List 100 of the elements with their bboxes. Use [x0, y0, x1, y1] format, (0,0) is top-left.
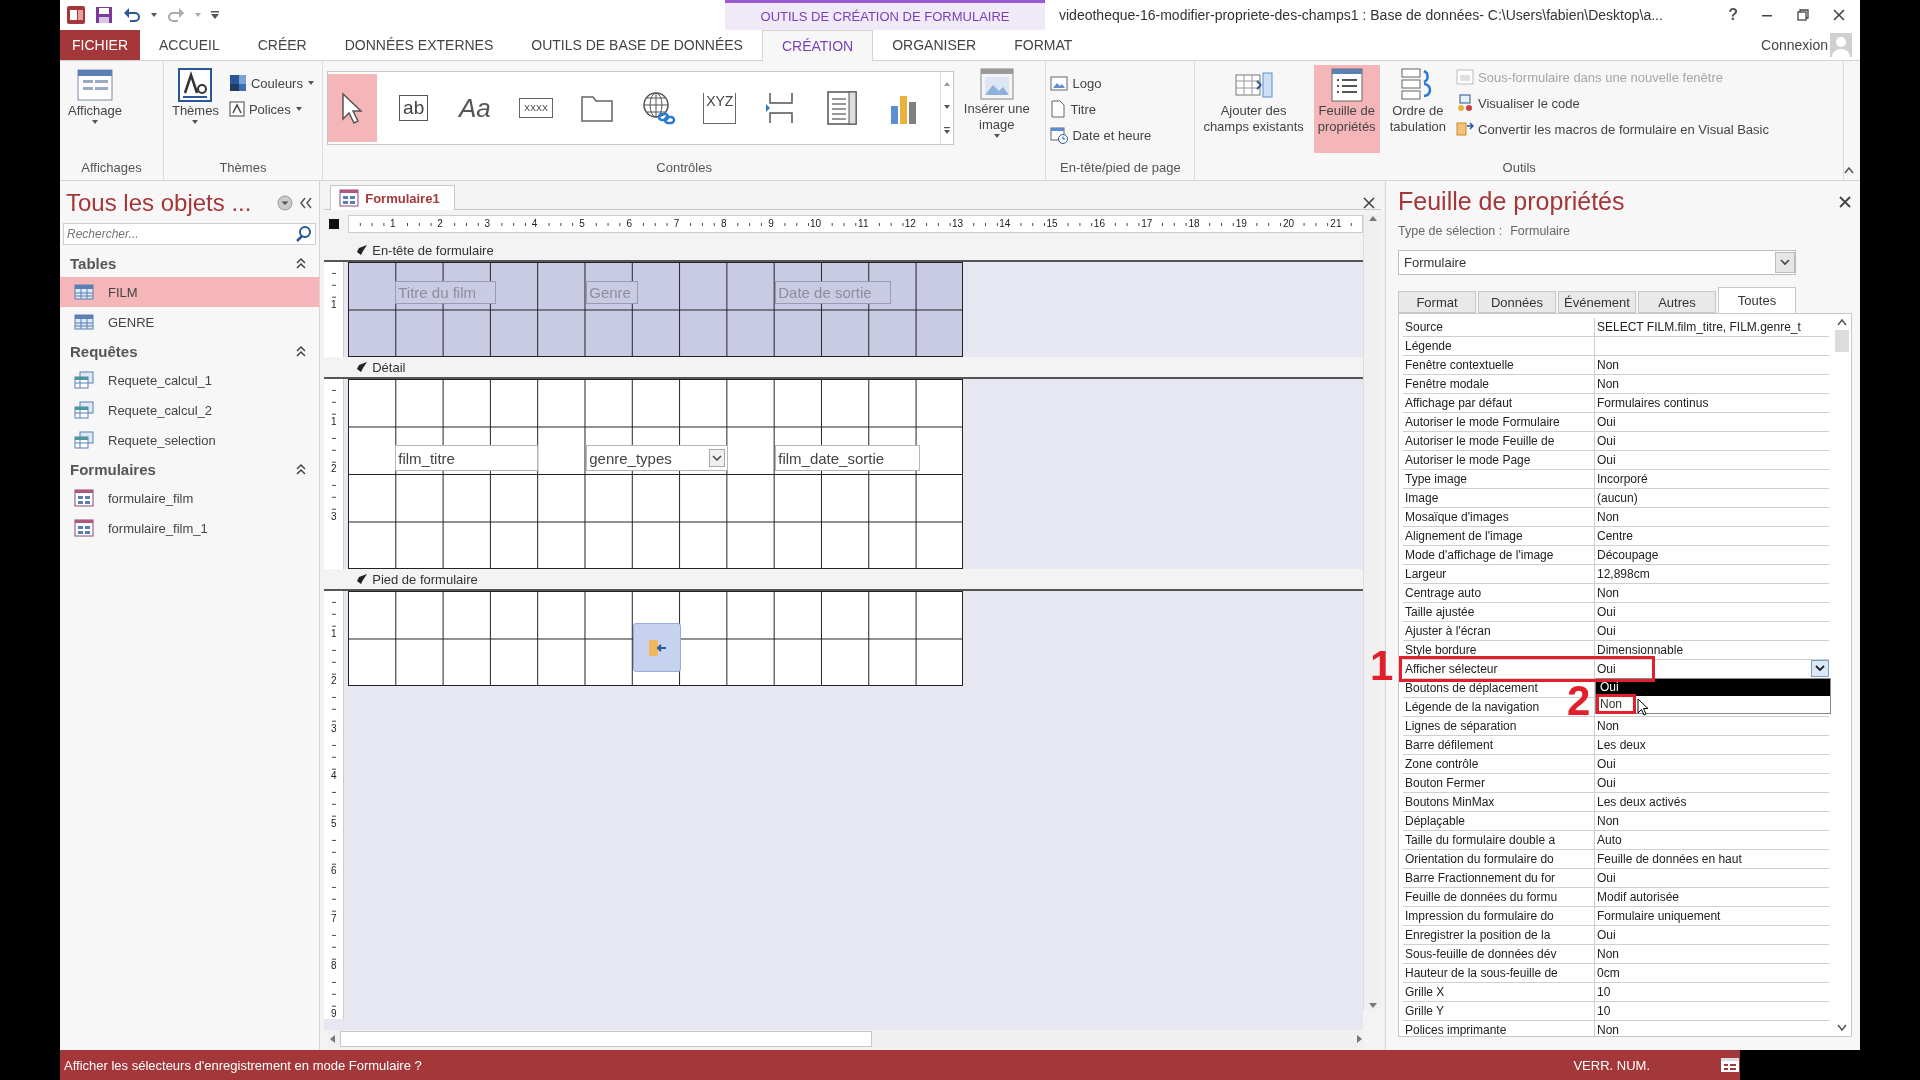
property-value[interactable]: Non — [1595, 1021, 1829, 1036]
property-value[interactable]: Oui — [1595, 413, 1829, 431]
ribbon-button[interactable]: Ordre de tabulation — [1385, 65, 1450, 153]
property-value[interactable]: Incorporé — [1595, 470, 1829, 488]
property-value[interactable]: 10 — [1595, 1002, 1829, 1020]
colors-button[interactable]: Couleurs — [228, 71, 315, 95]
scroll-right-icon[interactable] — [1356, 1034, 1364, 1044]
property-value[interactable]: Oui — [1595, 774, 1829, 792]
save-icon[interactable] — [94, 5, 114, 25]
ribbon-tab[interactable]: DONNÉES EXTERNES — [325, 30, 513, 60]
property-value[interactable]: Formulaires continus — [1595, 394, 1829, 412]
nav-group-header[interactable]: Requêtes — [70, 342, 138, 360]
property-value[interactable]: Feuille de données en haut — [1595, 850, 1829, 868]
search-field[interactable]: Rechercher... — [63, 223, 317, 245]
ribbon-button[interactable]: Feuille de propriétés — [1313, 65, 1380, 153]
property-value[interactable]: Centre — [1595, 527, 1829, 545]
scroll-thumb[interactable] — [340, 1031, 873, 1047]
property-value[interactable]: Formulaire uniquement — [1595, 907, 1829, 925]
property-value[interactable]: Modif autorisée — [1595, 888, 1829, 906]
form-view-icon[interactable] — [1720, 1057, 1740, 1073]
nav-pane-title[interactable]: Tous les objets ... — [66, 189, 272, 217]
object-dropdown[interactable]: Formulaire — [1398, 250, 1796, 275]
customize-icon[interactable] — [210, 10, 220, 20]
property-tab[interactable]: Format — [1398, 291, 1476, 313]
property-tab[interactable]: Toutes — [1718, 287, 1796, 313]
scroll-up-icon[interactable] — [1367, 214, 1378, 222]
collapse-ribbon-icon[interactable] — [1844, 166, 1854, 174]
property-value[interactable]: Oui — [1595, 869, 1829, 887]
property-value[interactable]: Non — [1595, 375, 1829, 393]
property-value[interactable]: 10 — [1595, 983, 1829, 1001]
property-value[interactable]: (aucun) — [1595, 489, 1829, 507]
dropdown-option[interactable]: Oui — [1596, 679, 1830, 696]
option-group-tool[interactable]: XYZ — [695, 74, 745, 142]
scroll-down-icon[interactable] — [1837, 1024, 1847, 1032]
collapse-chevrons-icon[interactable] — [295, 257, 308, 269]
view-button[interactable]: Affichage — [64, 65, 126, 153]
property-value[interactable]: Non — [1595, 812, 1829, 830]
nav-item[interactable]: Requete_selection — [60, 425, 320, 455]
themes-button[interactable]: Thèmes — [167, 65, 223, 153]
collapse-chevrons-icon[interactable] — [295, 345, 308, 357]
button-tool[interactable]: XXXX — [511, 74, 561, 142]
label-tool[interactable]: Aa — [450, 74, 500, 142]
property-value[interactable]: Oui — [1595, 622, 1829, 640]
property-value[interactable]: Oui — [1595, 755, 1829, 773]
help-button[interactable]: ? — [1728, 6, 1738, 24]
expand-gallery-icon[interactable] — [942, 127, 951, 136]
nav-item[interactable]: formulaire_film — [60, 483, 320, 513]
property-value[interactable]: Oui — [1595, 432, 1829, 450]
nav-item[interactable]: GENRE — [60, 307, 320, 337]
collapse-pane-icon[interactable] — [299, 197, 314, 209]
ribbon-tab[interactable]: ORGANISER — [873, 30, 996, 60]
insert-image-button[interactable]: Insérer une image — [959, 65, 1034, 153]
text-box-control[interactable]: film_date_sortie — [775, 445, 921, 471]
ribbon-button[interactable]: Convertir les macros de formulaire en Visual Basic — [1456, 117, 1769, 141]
scroll-up-icon[interactable] — [1837, 318, 1847, 326]
collapse-chevrons-icon[interactable] — [295, 463, 308, 475]
property-tab[interactable]: Données — [1478, 291, 1556, 313]
property-value[interactable]: Non — [1595, 717, 1829, 735]
nav-item[interactable]: Requete_calcul_2 — [60, 395, 320, 425]
ribbon-button[interactable]: Date et heure — [1050, 123, 1152, 147]
ribbon-button[interactable]: Visualiser le code — [1456, 91, 1769, 115]
property-value[interactable]: Les deux activés — [1595, 793, 1829, 811]
ribbon-button[interactable]: Titre — [1050, 97, 1152, 121]
property-value[interactable]: Auto — [1595, 831, 1829, 849]
property-value[interactable]: Oui — [1595, 603, 1829, 621]
ribbon-tab[interactable]: FORMAT — [995, 30, 1092, 60]
fonts-button[interactable]: Polices — [228, 97, 315, 121]
scroll-down-icon[interactable] — [942, 104, 951, 110]
form-selector-icon[interactable] — [329, 219, 340, 229]
ribbon-tab[interactable]: CRÉER — [238, 30, 326, 60]
property-value[interactable]: Non — [1595, 945, 1829, 963]
sign-in-link[interactable]: Connexion — [1761, 37, 1828, 53]
property-tab[interactable]: Autres — [1638, 291, 1716, 313]
pointer-tool[interactable] — [327, 74, 378, 142]
property-tab[interactable]: Événement — [1558, 291, 1636, 313]
nav-item[interactable]: FILM — [60, 277, 320, 307]
property-value[interactable]: 0cm — [1595, 964, 1829, 982]
property-value[interactable]: SELECT FILM.film_titre, FILM.genre_t — [1595, 318, 1829, 336]
property-value[interactable]: Oui — [1595, 660, 1829, 678]
scroll-thumb[interactable] — [1835, 330, 1849, 352]
ribbon-tab[interactable]: ACCUEIL — [140, 30, 239, 60]
combo-box-control[interactable]: genre_types — [586, 445, 729, 471]
property-value[interactable]: Non — [1595, 356, 1829, 374]
property-value[interactable]: Non — [1595, 584, 1829, 602]
close-icon[interactable] — [1363, 197, 1375, 209]
nav-item[interactable]: Requete_calcul_1 — [60, 365, 320, 395]
nav-item[interactable]: formulaire_film_1 — [60, 513, 320, 543]
property-value[interactable]: Oui — [1595, 926, 1829, 944]
dropdown-circle-icon[interactable] — [277, 195, 294, 211]
property-value[interactable]: 12,898cm — [1595, 565, 1829, 583]
property-value[interactable]: Oui — [1595, 451, 1829, 469]
ribbon-tab[interactable]: FICHIER — [60, 30, 140, 60]
nav-group-header[interactable]: Formulaires — [70, 460, 156, 478]
document-tab[interactable]: Formulaire1 — [330, 185, 455, 210]
ribbon-button[interactable]: Logo — [1050, 71, 1152, 95]
close-icon[interactable] — [1832, 8, 1846, 22]
ribbon-button[interactable]: Ajouter des champs existants — [1199, 65, 1308, 153]
property-value[interactable]: Découpage — [1595, 546, 1829, 564]
restore-icon[interactable] — [1796, 8, 1810, 22]
property-value[interactable]: Non — [1595, 508, 1829, 526]
